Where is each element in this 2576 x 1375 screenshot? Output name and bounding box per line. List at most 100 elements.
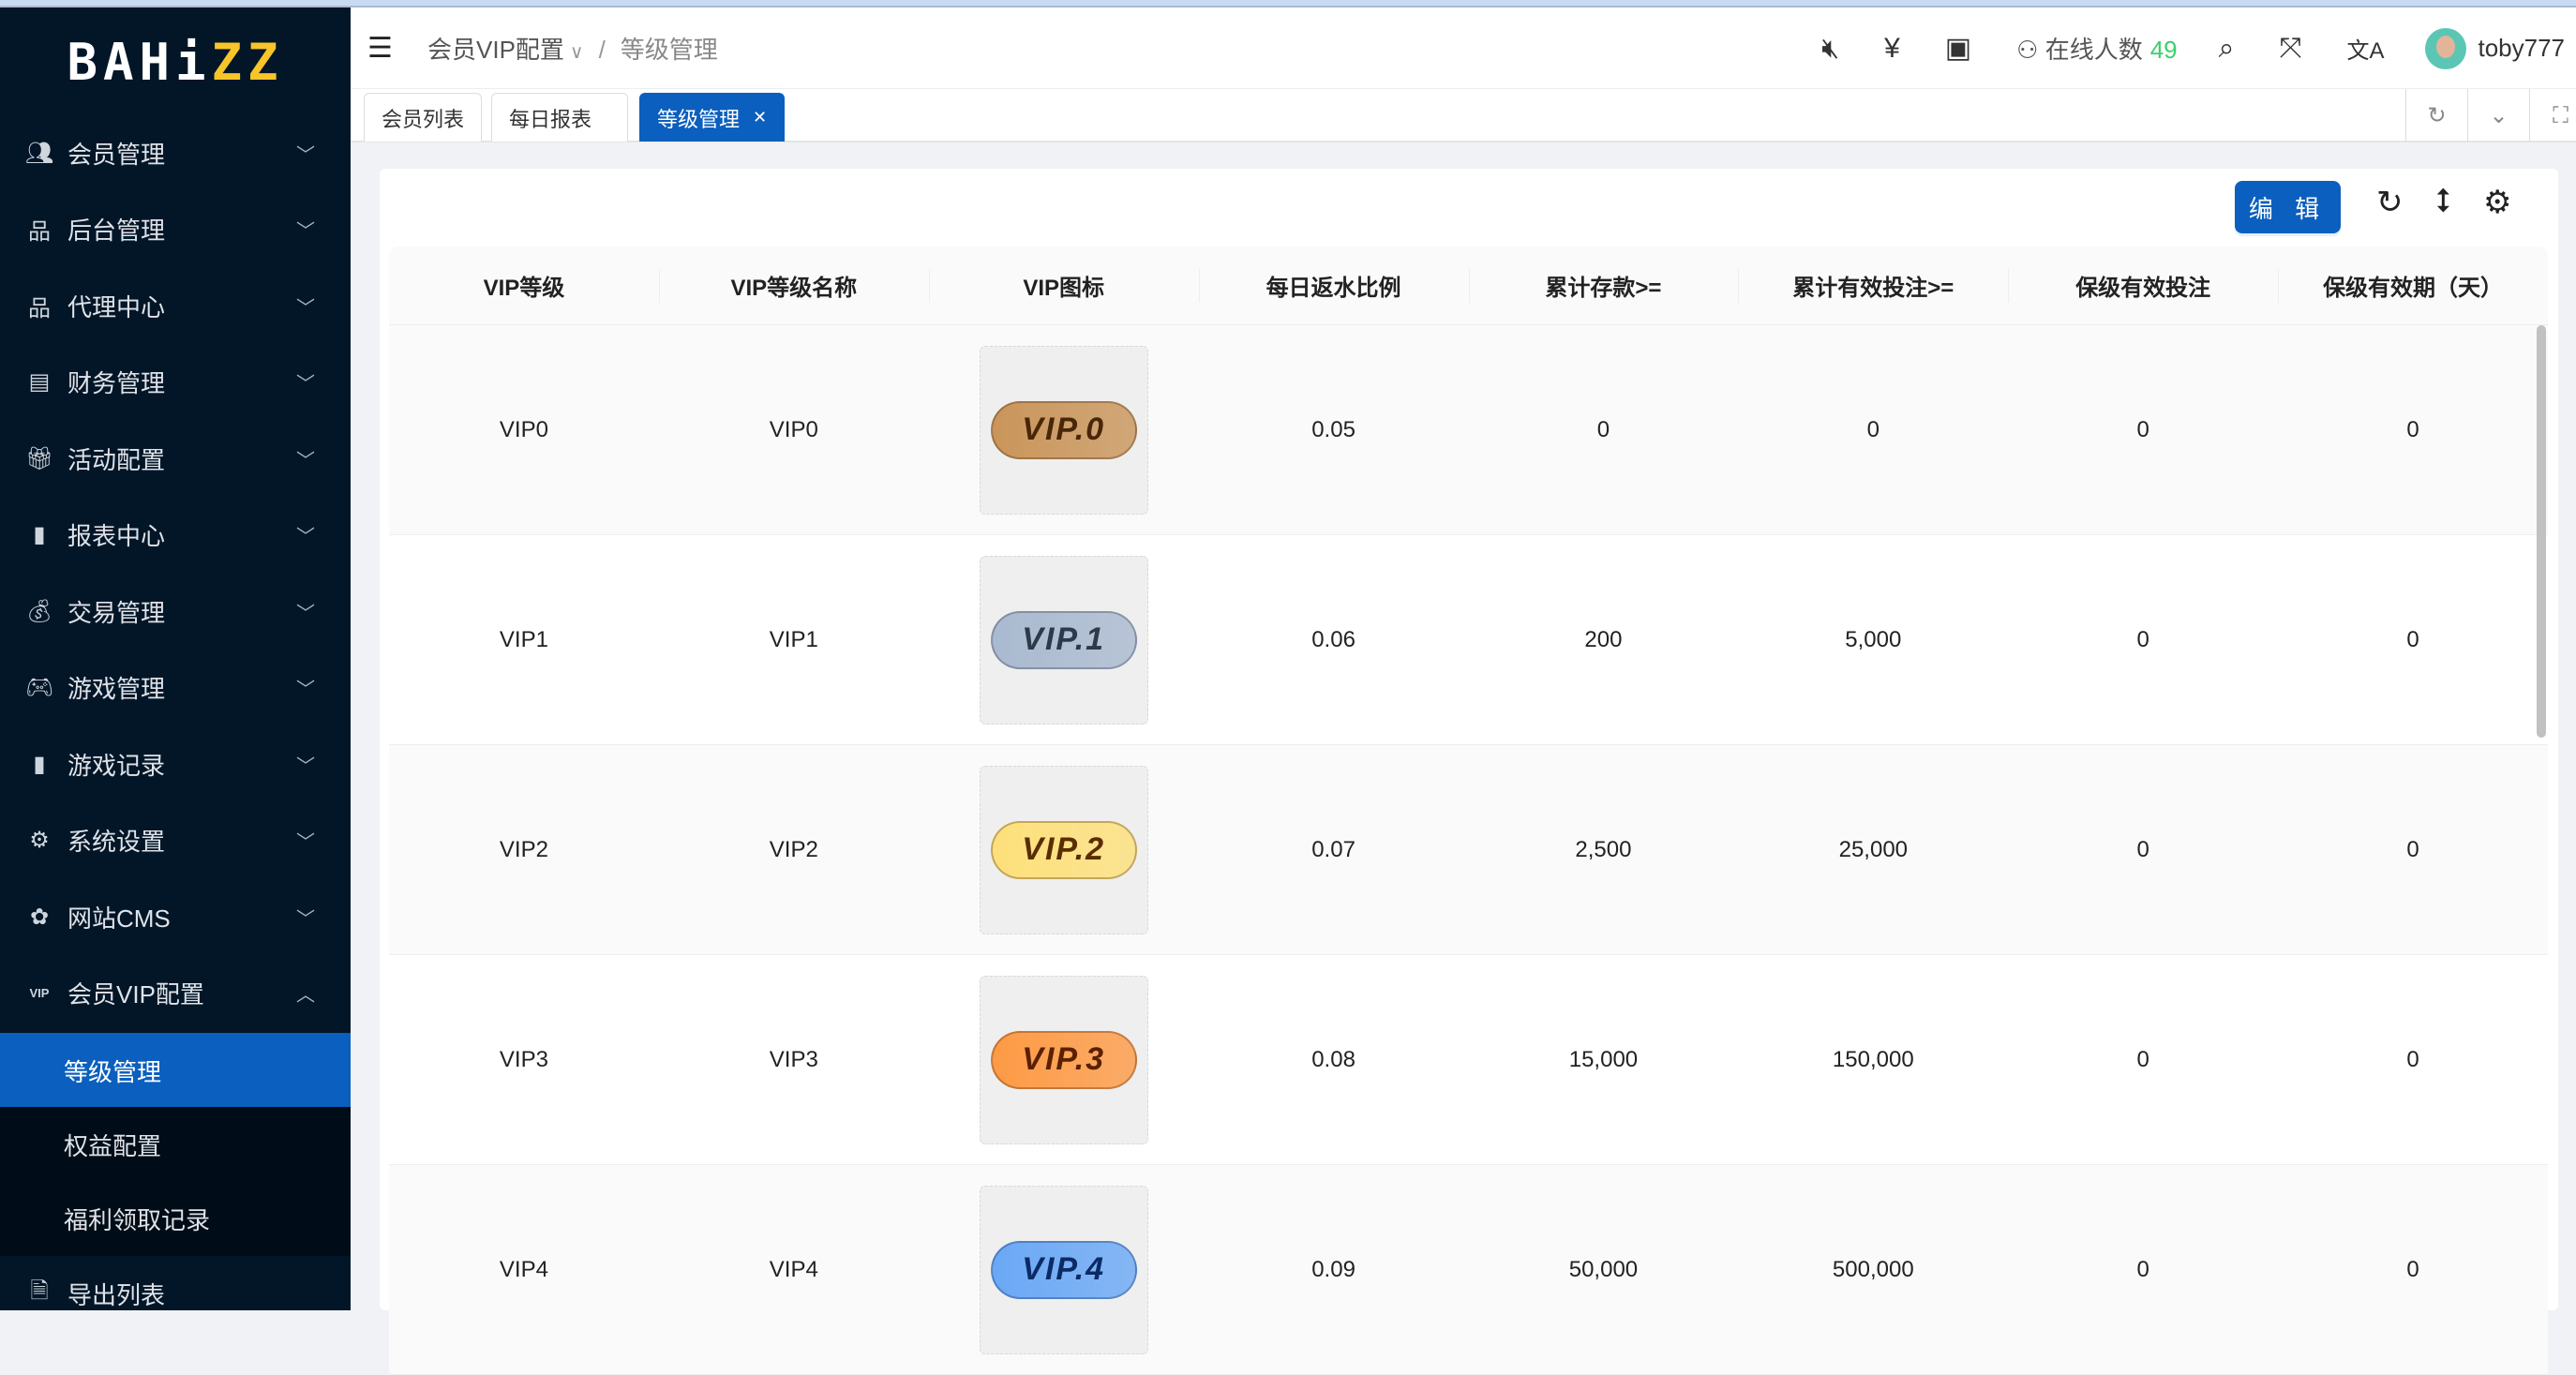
- keep-level-days: 0: [2406, 836, 2419, 862]
- tab-member-list[interactable]: 会员列表: [364, 93, 483, 142]
- sidebar-item-label: 交易管理: [67, 598, 166, 627]
- chevron-down-icon: ﹀: [296, 297, 315, 319]
- bar-chart-icon: ▮: [33, 522, 46, 547]
- vip-badge-icon: VIP.1: [990, 610, 1137, 669]
- vip-level: VIP0: [499, 416, 548, 442]
- total-valid-bet: 150,000: [1832, 1046, 1914, 1072]
- wallet-icon[interactable]: ▣: [1945, 32, 1971, 65]
- edit-button[interactable]: 编 辑: [2235, 181, 2341, 233]
- column-header: VIP等级: [483, 276, 565, 301]
- table-row: VIP3 VIP3 VIP.3 0.08 15,000 150,000 0 0: [389, 955, 2548, 1165]
- sidebar-item-label: 财务管理: [67, 369, 166, 397]
- keep-level-bet: 0: [2136, 836, 2149, 862]
- collapse-menu-icon[interactable]: ☰: [367, 32, 409, 65]
- sidebar-item-label: 游戏管理: [67, 675, 166, 703]
- vip-badge-image[interactable]: VIP.3: [979, 975, 1148, 1144]
- gift-icon: 🎁︎: [24, 445, 54, 471]
- sidebar-subitem[interactable]: 等级管理: [0, 1033, 351, 1108]
- sidebar-item[interactable]: ▤ 财务管理 ﹀: [0, 345, 351, 420]
- keep-level-days: 0: [2406, 626, 2419, 652]
- breadcrumb: 会员VIP配置 ∨ / 等级管理: [427, 35, 718, 64]
- tab-level-management[interactable]: 等级管理 ✕: [639, 93, 786, 142]
- chevron-down-icon: ﹀: [296, 221, 315, 242]
- yuan-icon[interactable]: ¥: [1884, 33, 1900, 65]
- vip-icon-cell: VIP.0: [929, 325, 1199, 534]
- total-deposit: 200: [1584, 626, 1623, 652]
- online-count: ⚇ 在线人数 49: [2016, 36, 2178, 64]
- sidebar-item-label: 系统设置: [67, 828, 166, 856]
- table-header: VIP等级 VIP等级名称 VIP图标 每日返水比例 累计存款>= 累计有效投注>= 保级有…: [389, 247, 2548, 325]
- fullscreen-icon[interactable]: ⤧: [2279, 33, 2301, 65]
- refresh-icon[interactable]: ↻: [2376, 184, 2404, 221]
- total-valid-bet: 500,000: [1832, 1256, 1914, 1282]
- translate-icon[interactable]: 文A: [2346, 32, 2384, 65]
- sidebar-item[interactable]: VIP 会员VIP配置 ︿: [0, 956, 351, 1031]
- vip-icon-cell: VIP.4: [929, 1165, 1199, 1374]
- avatar[interactable]: [2425, 27, 2467, 69]
- chevron-down-icon[interactable]: ⌄: [2467, 89, 2529, 142]
- search-icon[interactable]: ⌕: [2219, 33, 2235, 65]
- vip-badge-image[interactable]: VIP.2: [979, 765, 1148, 934]
- vip-badge-icon: VIP.4: [990, 1240, 1137, 1299]
- rebate-ratio: 0.05: [1311, 416, 1355, 442]
- sidebar-item[interactable]: ✿ 网站CMS ﹀: [0, 879, 351, 954]
- tab-daily-report[interactable]: 每日报表: [491, 93, 628, 142]
- file-icon: 🗎: [30, 1278, 49, 1304]
- gear-icon: ⚙: [29, 828, 50, 853]
- sitemap-icon: 品: [28, 219, 51, 245]
- sidebar-subitem[interactable]: 权益配置: [0, 1107, 351, 1182]
- vip-icon: VIP: [29, 986, 50, 1000]
- column-header: 保级有效期（天）: [2278, 247, 2548, 324]
- browser-top-strip: [0, 0, 2576, 7]
- sidebar-item[interactable]: 🎮︎ 游戏管理 ﹀: [0, 650, 351, 725]
- sidebar-item-label: 报表中心: [67, 522, 166, 550]
- mute-icon[interactable]: 🔇︎: [1821, 33, 1839, 65]
- column-header: 累计存款>=: [1468, 247, 1739, 324]
- keep-level-bet: 0: [2136, 416, 2149, 442]
- column-header: 保级有效投注: [2008, 247, 2278, 324]
- sidebar-item[interactable]: 🎁︎ 活动配置 ﹀: [0, 421, 351, 496]
- agent-icon: 品: [28, 295, 51, 321]
- sidebar-item[interactable]: 👥︎ 会员管理 ﹀: [0, 115, 351, 190]
- total-deposit: 50,000: [1568, 1256, 1639, 1282]
- logo: BAHi ZZ: [67, 32, 284, 92]
- content-card: 编 辑 ↻ ⭥ ⚙ VIP等级 VIP等级名称 VIP图标 每日返水比例 累计存款>= 累…: [380, 169, 2558, 1375]
- close-icon[interactable]: ✕: [753, 108, 767, 127]
- sidebar-item-export[interactable]: 🗎 导出列表: [0, 1256, 351, 1331]
- chevron-down-icon: ﹀: [296, 144, 315, 166]
- chevron-up-icon: ︿: [296, 985, 315, 1006]
- vip-icon-cell: VIP.2: [929, 745, 1199, 954]
- rebate-ratio: 0.08: [1311, 1046, 1355, 1072]
- keep-level-days: 0: [2406, 1256, 2419, 1282]
- sidebar-item[interactable]: 品代理中心 ﹀: [0, 268, 351, 343]
- keep-level-days: 0: [2406, 1046, 2419, 1072]
- sidebar-item-label: 会员管理: [67, 140, 166, 169]
- header: ☰ 会员VIP配置 ∨ / 等级管理 🔇︎ ¥ ▣ ⚇ 在线人数 49 ⌕ ⤧ 文A t…: [351, 7, 2576, 89]
- rebate-ratio: 0.09: [1311, 1256, 1355, 1282]
- scrollbar[interactable]: [2537, 325, 2546, 738]
- vip-name: VIP2: [769, 836, 818, 862]
- vip-badge-image[interactable]: VIP.1: [979, 555, 1148, 725]
- tab-bar: 会员列表 每日报表 等级管理 ✕ ↻ ⌄ ⛶: [351, 89, 2576, 142]
- sidebar-item[interactable]: 💰︎ 交易管理 ﹀: [0, 574, 351, 649]
- vip-badge-image[interactable]: VIP.0: [979, 345, 1148, 515]
- breadcrumb-item[interactable]: 会员VIP配置: [427, 36, 564, 64]
- sidebar-item[interactable]: ▮ 游戏记录 ﹀: [0, 726, 351, 801]
- maximize-icon[interactable]: ⛶: [2529, 89, 2576, 142]
- chevron-down-icon: ﹀: [296, 374, 315, 395]
- chevron-down-icon: ﹀: [296, 450, 315, 471]
- vip-badge-image[interactable]: VIP.4: [979, 1185, 1148, 1354]
- chevron-down-icon: ﹀: [296, 527, 315, 547]
- username[interactable]: toby777: [2478, 34, 2565, 63]
- sidebar-item[interactable]: 品后台管理 ﹀: [0, 192, 351, 267]
- vip-icon-cell: VIP.1: [929, 535, 1199, 744]
- chevron-down-icon: ﹀: [296, 680, 315, 700]
- settings-icon[interactable]: ⚙: [2483, 184, 2511, 221]
- sidebar-item[interactable]: ⚙ 系统设置 ﹀: [0, 803, 351, 878]
- vip-level: VIP4: [499, 1256, 548, 1282]
- sidebar-item[interactable]: ▮ 报表中心 ﹀: [0, 498, 351, 573]
- sidebar-subitem[interactable]: 福利领取记录: [0, 1181, 351, 1256]
- refresh-tab-icon[interactable]: ↻: [2405, 89, 2467, 142]
- row-height-icon[interactable]: ⭥: [2434, 184, 2451, 220]
- sidebar-item-label: 网站CMS: [67, 904, 171, 933]
